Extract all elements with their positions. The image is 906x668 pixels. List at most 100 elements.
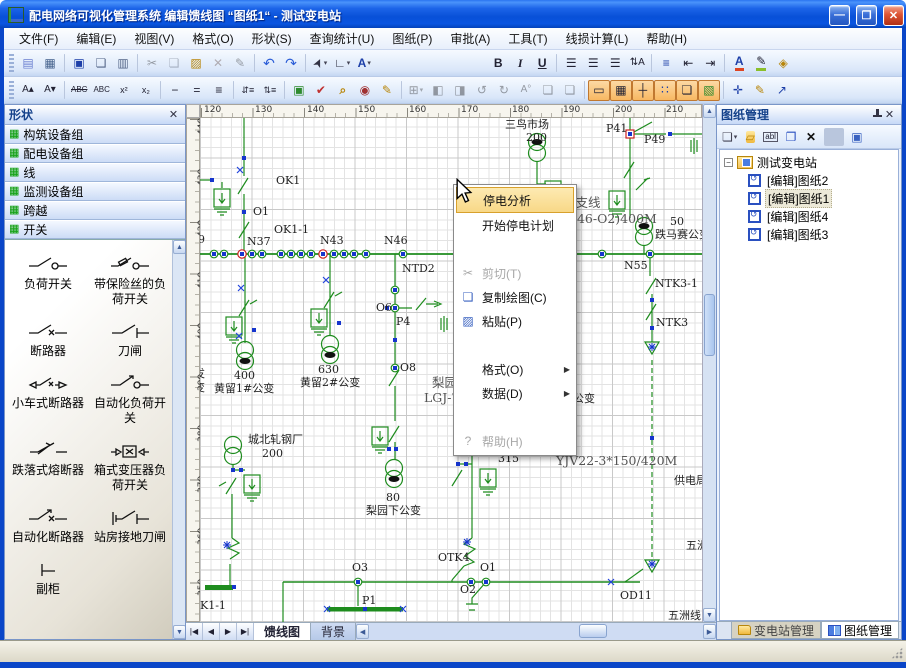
new-drawing-icon[interactable]: ❏▾: [719, 126, 740, 147]
align-shapes-icon[interactable]: ⊞▾: [405, 80, 427, 101]
group-switch[interactable]: ▦开关: [5, 220, 185, 239]
tab-feeder-diagram[interactable]: 馈线图: [254, 623, 311, 640]
redo-icon[interactable]: ↷: [280, 53, 302, 74]
edit-note-icon[interactable]: ✎: [376, 80, 398, 101]
tab-drawing-management[interactable]: 图纸管理: [821, 622, 899, 639]
toolbar-grip[interactable]: [9, 81, 14, 99]
ctx-cut[interactable]: ✂ 剪切(T): [456, 261, 574, 285]
connector-arrow-icon[interactable]: ↗: [771, 80, 793, 101]
menu-view[interactable]: 视图(V): [125, 27, 183, 50]
tree-item-drawing[interactable]: [编辑]图纸4: [724, 207, 898, 225]
superscript-icon[interactable]: x²: [113, 80, 135, 101]
menu-shape[interactable]: 形状(S): [243, 27, 301, 50]
vertical-text-icon[interactable]: ⇅A: [626, 53, 648, 74]
group-structure-equipment[interactable]: ▦构筑设备组: [5, 125, 185, 144]
highlight-color-icon[interactable]: ✎: [750, 53, 772, 74]
shape-item[interactable]: 自动化负荷开关: [89, 373, 171, 426]
emphasis-icon[interactable]: ABC: [90, 80, 112, 101]
save-icon[interactable]: ▣: [68, 53, 90, 74]
undo-icon[interactable]: ↶: [258, 53, 280, 74]
scroll-up-icon[interactable]: ▲: [173, 240, 185, 254]
tree-item-drawing[interactable]: [编辑]图纸1: [724, 189, 898, 207]
style-combo[interactable]: [375, 53, 487, 74]
delete-drawing-icon[interactable]: ✕: [801, 126, 821, 147]
underline-icon[interactable]: U: [531, 53, 553, 74]
dropdown-arrow-icon[interactable]: ▾: [347, 59, 351, 67]
maximize-button[interactable]: ❐: [856, 5, 877, 26]
print-preview-icon[interactable]: ❏: [90, 53, 112, 74]
dropdown-arrow-icon[interactable]: ▾: [734, 133, 738, 141]
italic-icon[interactable]: I: [509, 53, 531, 74]
drawing-explorer-icon[interactable]: ▧: [698, 80, 720, 101]
rotate-text-icon[interactable]: A°: [515, 80, 537, 101]
scroll-down-icon[interactable]: ▼: [173, 625, 185, 639]
strikethrough-icon[interactable]: ABC: [68, 80, 90, 101]
align-center-icon[interactable]: ☰: [582, 53, 604, 74]
decrease-font-icon[interactable]: A▾: [39, 80, 61, 101]
gallery-scrollbar[interactable]: ▲ ▼: [172, 240, 185, 639]
scrollbar-thumb[interactable]: [704, 294, 715, 356]
scroll-left-icon[interactable]: ◀: [356, 624, 369, 639]
decrease-para-spacing-icon[interactable]: ⇅≡: [259, 80, 281, 101]
toolbar-grip[interactable]: [9, 54, 14, 72]
line-spacing-15-icon[interactable]: =: [186, 80, 208, 101]
menu-format[interactable]: 格式(O): [183, 27, 242, 50]
shape-item[interactable]: 小车式断路器: [7, 373, 89, 426]
menu-edit[interactable]: 编辑(E): [67, 27, 125, 50]
resize-grip[interactable]: [891, 647, 903, 659]
toggle-page-breaks-icon[interactable]: ❏: [676, 80, 698, 101]
shape-item[interactable]: 副柜: [7, 559, 89, 597]
bring-to-front-icon[interactable]: ❏: [537, 80, 559, 101]
close-button[interactable]: ✕: [883, 5, 904, 26]
nav-next-page[interactable]: ▶: [220, 623, 237, 640]
shape-item[interactable]: 刀闸: [89, 321, 171, 359]
tree-expander-icon[interactable]: −: [724, 158, 733, 167]
menu-help[interactable]: 帮助(H): [637, 27, 696, 50]
menu-file[interactable]: 文件(F): [10, 27, 67, 50]
flip-horizontal-icon[interactable]: ◧: [427, 80, 449, 101]
shapes-panel-close-icon[interactable]: ✕: [166, 108, 181, 121]
menu-tools[interactable]: 工具(T): [499, 27, 556, 50]
dropdown-arrow-icon[interactable]: ▾: [367, 59, 371, 67]
ctx-outage-analysis[interactable]: 停电分析: [456, 187, 574, 213]
pointer-tool-icon[interactable]: ➤▾: [309, 53, 331, 74]
paste-icon[interactable]: ▨: [185, 53, 207, 74]
send-to-back-icon[interactable]: ❏: [559, 80, 581, 101]
dropdown-arrow-icon[interactable]: ▾: [420, 86, 424, 94]
canvas-vertical-scrollbar[interactable]: ▲ ▼: [702, 104, 716, 622]
shape-item[interactable]: 断路器: [7, 321, 89, 359]
minimize-button[interactable]: —: [829, 5, 850, 26]
copy-drawing-icon[interactable]: ❐: [781, 126, 801, 147]
drawing-surface[interactable]: 三鸟市场200P41P49OK1O1OK1-19N37N43N46梨园下支线GY…: [200, 118, 702, 622]
shape-item[interactable]: 站房接地刀闸: [89, 507, 171, 545]
pan-zoom-icon[interactable]: ✛: [727, 80, 749, 101]
menu-line-loss[interactable]: 线损计算(L): [557, 27, 638, 50]
canvas-horizontal-scrollbar[interactable]: ◀ ▶: [356, 623, 716, 640]
tree-item-drawing[interactable]: [编辑]图纸2: [724, 171, 898, 189]
tree-item-drawing[interactable]: [编辑]图纸3: [724, 225, 898, 243]
toggle-guides-icon[interactable]: ┼: [632, 80, 654, 101]
increase-para-spacing-icon[interactable]: ⇵≡: [237, 80, 259, 101]
new-feeder-diagram-icon[interactable]: ▤: [17, 53, 39, 74]
decrease-indent-icon[interactable]: ⇤: [677, 53, 699, 74]
toggle-grid-icon[interactable]: ▦: [610, 80, 632, 101]
bullets-icon[interactable]: ≡: [655, 53, 677, 74]
delete-icon[interactable]: ✕: [207, 53, 229, 74]
ctx-data[interactable]: 数据(D) ▶: [456, 381, 574, 405]
subscript-icon[interactable]: x₂: [135, 80, 157, 101]
ctx-copy-drawing[interactable]: ❏ 复制绘图(C): [456, 285, 574, 309]
group-crossing[interactable]: ▦跨越: [5, 201, 185, 220]
rotate-right-icon[interactable]: ↻: [493, 80, 515, 101]
font-color-icon[interactable]: A: [728, 53, 750, 74]
tab-substation-management[interactable]: 变电站管理: [731, 622, 821, 639]
open-drawing-icon[interactable]: ▱: [740, 126, 760, 147]
format-painter-icon[interactable]: ✎: [229, 53, 251, 74]
nav-last-page[interactable]: ▶|: [237, 623, 254, 640]
ctx-format[interactable]: 格式(O) ▶: [456, 357, 574, 381]
toggle-ruler-icon[interactable]: ▭: [588, 80, 610, 101]
shape-item[interactable]: 负荷开关: [7, 254, 89, 307]
nav-prev-page[interactable]: ◀: [203, 623, 220, 640]
rotate-left-icon[interactable]: ↺: [471, 80, 493, 101]
cut-icon[interactable]: ✂: [141, 53, 163, 74]
increase-indent-icon[interactable]: ⇥: [699, 53, 721, 74]
